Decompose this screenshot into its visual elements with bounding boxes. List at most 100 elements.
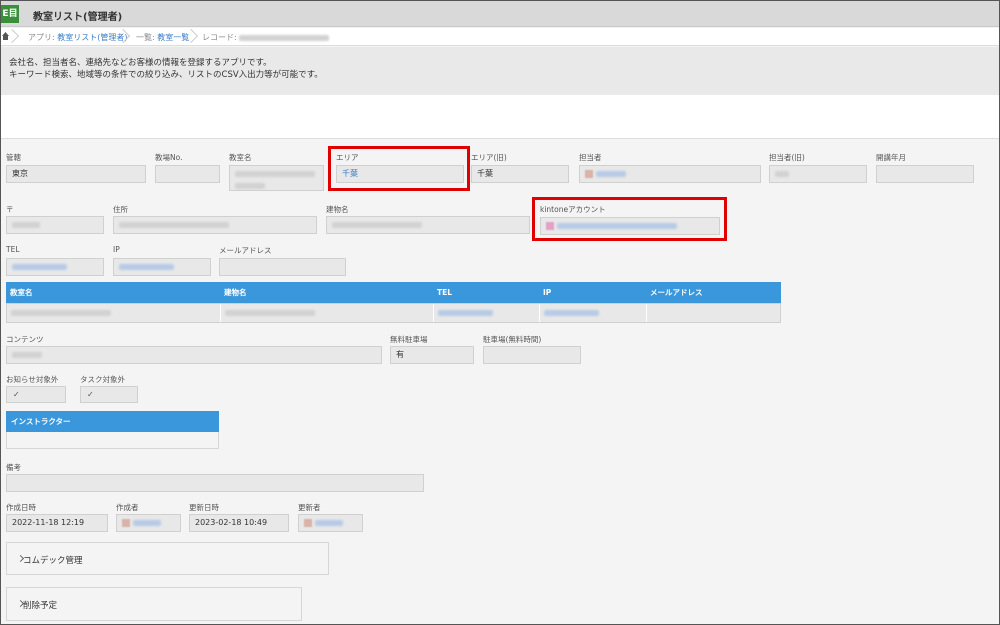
redacted-text (11, 309, 111, 316)
kankatsu-label: 管轄 (6, 153, 21, 162)
kaikou-label: 開講年月 (876, 153, 906, 162)
remarks-field (6, 474, 424, 492)
table-cell (647, 304, 780, 322)
contents-field (6, 346, 382, 364)
breadcrumb-record-value (239, 34, 330, 41)
building-label: 建物名 (326, 205, 349, 214)
breadcrumb-app-prefix: アプリ: (28, 33, 58, 42)
instructor-table-header: インストラクター (6, 411, 219, 432)
creator-label: 作成者 (116, 503, 139, 512)
task-excluded-label: タスク対象外 (80, 375, 125, 384)
task-excluded-check: ✓ (80, 386, 138, 403)
building-field (326, 216, 530, 234)
app-description: 会社名、担当者名、連絡先などお客様の情報を登録するアプリです。 キーワード検索、… (1, 47, 999, 95)
table-header-cell: TEL (437, 288, 453, 297)
table-header-cell: メールアドレス (650, 288, 703, 297)
redacted-text (225, 309, 315, 316)
updated-at-field: 2023-02-18 10:49 (189, 514, 289, 532)
created-at-label: 作成日時 (6, 503, 36, 512)
app-window: E目 教室リスト(管理者) アプリ: 教室リスト(管理者) 一覧: 教室一覧 レ… (0, 0, 1000, 625)
table-header-cell: 教室名 (10, 288, 33, 297)
area-old-label: エリア(旧) (471, 153, 507, 162)
area-old-field: 千葉 (471, 165, 569, 183)
instructor-table-body (6, 432, 219, 449)
parking-free-time-label: 駐車場(無料時間) (483, 335, 542, 344)
address-label: 住所 (113, 205, 128, 214)
app-title: 教室リスト(管理者) (33, 12, 123, 23)
notice-excluded-label: お知らせ対象外 (6, 375, 59, 384)
description-line-2: キーワード検索、地域等の条件での絞り込み、リストのCSV入出力等が可能です。 (9, 70, 323, 80)
table-row (6, 303, 781, 323)
updated-at-label: 更新日時 (189, 503, 219, 512)
redacted-text (235, 170, 315, 177)
breadcrumb-separator (186, 28, 194, 46)
parking-free-label: 無料駐車場 (390, 335, 428, 344)
redacted-text (596, 170, 626, 177)
group-comdec-label: コムデック管理 (23, 556, 83, 566)
tel-field (6, 258, 104, 276)
redacted-text (315, 519, 343, 526)
postal-field (6, 216, 104, 234)
tantousha-field (579, 165, 761, 183)
redacted-text (119, 221, 229, 228)
table-cell (540, 304, 647, 322)
updater-field (298, 514, 363, 532)
kyoshitsu-name-field (229, 165, 324, 191)
mail-label: メールアドレス (219, 246, 272, 255)
redacted-text (332, 221, 422, 228)
tantousha-label: 担当者 (579, 153, 602, 162)
ip-field (113, 258, 211, 276)
app-icon: E目 (1, 5, 19, 23)
redacted-text (775, 170, 789, 177)
kyoshitsu-no-label: 教場No. (155, 153, 183, 162)
kaikou-field (876, 165, 974, 183)
group-delete[interactable]: 削除予定 (6, 587, 302, 621)
postal-label: 〒 (6, 205, 14, 214)
remarks-label: 備考 (6, 463, 21, 472)
created-at-field: 2022-11-18 12:19 (6, 514, 108, 532)
redacted-text (12, 351, 42, 358)
kyoshitsu-name-label: 教室名 (229, 153, 252, 162)
tel-label: TEL (6, 245, 20, 254)
contents-label: コンテンツ (6, 335, 44, 344)
breadcrumb-separator (7, 28, 15, 46)
table-header-cell: 建物名 (224, 288, 247, 297)
parking-free-field: 有 (390, 346, 474, 364)
breadcrumb-separator (118, 28, 126, 46)
redacted-text (235, 182, 265, 189)
redacted-text (12, 263, 67, 270)
table-cell (221, 304, 434, 322)
address-field (113, 216, 317, 234)
group-comdec[interactable]: コムデック管理 (6, 542, 329, 575)
table-cell (7, 304, 221, 322)
redacted-text (544, 309, 599, 316)
title-bar: E目 教室リスト(管理者) (1, 1, 999, 27)
avatar (304, 518, 312, 527)
parking-free-time-field (483, 346, 581, 364)
kintone-highlight-box (532, 197, 727, 241)
breadcrumb-record-prefix: レコード: (202, 33, 240, 42)
mail-field (219, 258, 346, 276)
breadcrumb-list: 一覧: 教室一覧 (136, 32, 189, 43)
table-cell (434, 304, 540, 322)
header-space (1, 95, 999, 139)
notice-excluded-check: ✓ (6, 386, 66, 403)
creator-field (116, 514, 181, 532)
avatar (122, 518, 130, 527)
table-header-cell: IP (543, 288, 552, 297)
table-header: 教室名 建物名 TEL IP メールアドレス (6, 282, 781, 303)
area-highlight-box (328, 146, 470, 191)
description-line-1: 会社名、担当者名、連絡先などお客様の情報を登録するアプリです。 (9, 58, 272, 68)
redacted-text (119, 263, 174, 270)
tantousha-old-label: 担当者(旧) (769, 153, 805, 162)
avatar (585, 169, 593, 178)
breadcrumb-app: アプリ: 教室リスト(管理者) (28, 32, 128, 43)
breadcrumb-record: レコード: (202, 32, 330, 43)
redacted-text (133, 519, 161, 526)
group-delete-label: 削除予定 (23, 601, 58, 611)
ip-label: IP (113, 245, 120, 254)
updater-label: 更新者 (298, 503, 321, 512)
kyoshitsu-no-field (155, 165, 220, 183)
kankatsu-field: 東京 (6, 165, 146, 183)
redacted-text (438, 309, 493, 316)
